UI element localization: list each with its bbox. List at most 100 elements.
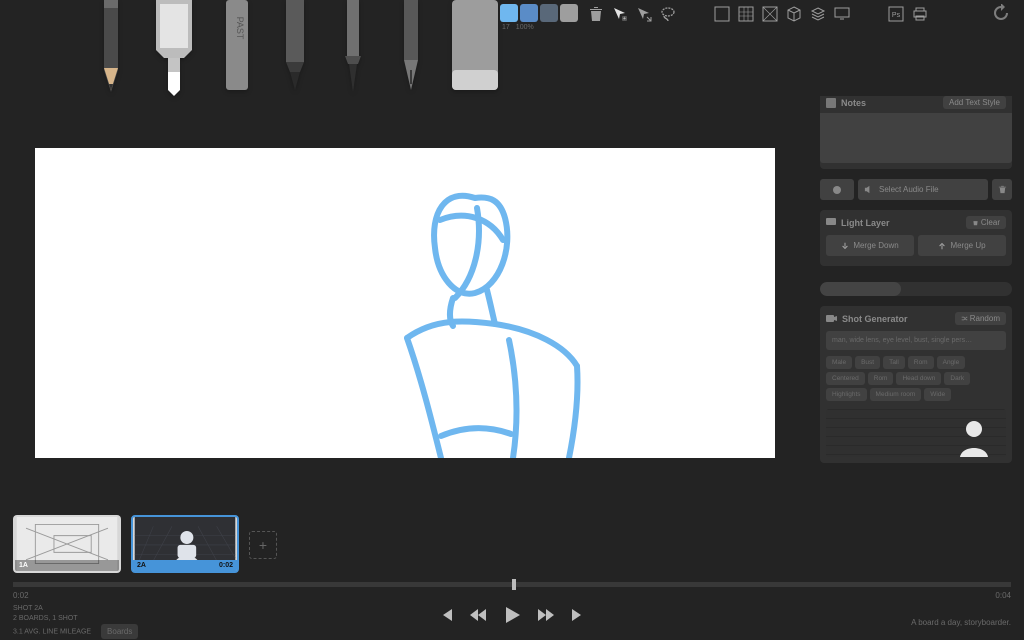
shot-chip[interactable]: Rom [908, 356, 934, 369]
shot-chip[interactable]: Centered [826, 372, 865, 385]
pen-tool[interactable] [390, 0, 432, 96]
thumb-1-label: 1A [19, 562, 28, 569]
swatch-2[interactable] [520, 4, 538, 22]
drawing-canvas[interactable] [35, 148, 775, 458]
shot-chip[interactable]: Highlights [826, 388, 867, 401]
play-button[interactable] [501, 604, 523, 626]
selection-tool-group: + [588, 4, 676, 22]
pastel-tool[interactable]: PAST [216, 0, 258, 96]
shot-chips: MaleBustTallRomAngleCenteredRomHead down… [826, 356, 1006, 405]
cube-icon[interactable] [786, 6, 802, 22]
light-icon [826, 218, 836, 228]
layers-icon[interactable] [810, 6, 826, 22]
shot-generator-title: Shot Generator [842, 314, 908, 324]
shot-chip[interactable]: Dark [944, 372, 970, 385]
playhead[interactable] [512, 579, 516, 590]
svg-text:+: + [623, 16, 626, 22]
merge-up-button[interactable]: Merge Up [918, 235, 1006, 256]
thumb-2-dur: 0:02 [219, 562, 233, 569]
highlighter-tool[interactable] [148, 0, 200, 96]
rewind-button[interactable] [469, 606, 487, 624]
delete-audio-button[interactable] [992, 179, 1012, 200]
transport-controls [437, 604, 587, 626]
print-icon[interactable] [912, 6, 928, 22]
shot-chip[interactable]: Medium room [870, 388, 922, 401]
view-icons-group [714, 4, 850, 22]
marker-tool[interactable] [274, 0, 316, 96]
brush-tool[interactable] [332, 0, 374, 96]
light-slider[interactable] [820, 282, 1012, 296]
merge-up-icon [938, 242, 946, 250]
camera-icon [826, 314, 837, 323]
time-right: 0:04 [995, 591, 1011, 600]
arrow-tool-icon[interactable]: + [612, 6, 628, 22]
random-shot-button[interactable]: Random [955, 312, 1006, 325]
shot-generator-panel: Shot Generator Random man, wide lens, ey… [820, 306, 1012, 463]
psd-icon[interactable]: Ps [888, 6, 904, 22]
select-audio-label: Select Audio File [879, 185, 939, 194]
eraser-tool[interactable] [448, 0, 502, 96]
record-audio-button[interactable] [820, 179, 854, 200]
svg-text:PAST: PAST [235, 17, 245, 40]
time-left: 0:02 [13, 591, 29, 600]
brush-toolbar: PAST [90, 0, 502, 96]
shot-chip[interactable]: Bust [855, 356, 880, 369]
svg-text:Ps: Ps [892, 12, 901, 19]
audio-panel: Select Audio File [820, 179, 1012, 200]
status-avg: 3.1 AVG. LINE MILEAGE [13, 628, 91, 635]
notes-icon [826, 98, 836, 108]
fast-forward-button[interactable] [537, 606, 555, 624]
shot-preview [826, 409, 1006, 457]
status-shot: SHOT 2A [13, 604, 138, 614]
boards-toggle[interactable]: Boards [101, 624, 138, 639]
merge-down-button[interactable]: Merge Down [826, 235, 914, 256]
swatch-1[interactable] [500, 4, 518, 22]
board-thumbnail-1[interactable]: 1A [13, 515, 121, 573]
monitor-icon[interactable] [834, 6, 850, 22]
status-boards: 2 BOARDS, 1 SHOT [13, 615, 78, 622]
color-swatches: 17 100% [500, 4, 578, 31]
shuffle-icon [961, 315, 968, 322]
grid-icon[interactable] [714, 6, 730, 22]
merge-down-icon [841, 242, 849, 250]
shot-chip[interactable]: Rom [868, 372, 894, 385]
light-layer-title: Light Layer [841, 218, 890, 228]
light-layer-panel: Light Layer Clear Merge Down Merge Up [820, 210, 1012, 266]
shot-chip[interactable]: Male [826, 356, 852, 369]
grid-perspective-icon[interactable] [762, 6, 778, 22]
next-board-button[interactable] [569, 606, 587, 624]
clear-light-layer-button[interactable]: Clear [966, 216, 1006, 229]
timeline-track[interactable] [13, 582, 1011, 587]
speaker-icon [864, 185, 873, 194]
top-right-toolbar: 17 100% + Ps [500, 4, 1010, 31]
status-bar-left: SHOT 2A 2 BOARDS, 1 SHOT 3.1 AVG. LINE M… [13, 604, 138, 639]
arrow-scale-icon[interactable] [636, 6, 652, 22]
shot-chip[interactable]: Tall [883, 356, 905, 369]
shot-chip[interactable]: Angle [937, 356, 966, 369]
notes-panel: Notes Add Text Style [820, 96, 1012, 169]
prev-board-button[interactable] [437, 606, 455, 624]
notes-textarea[interactable] [820, 113, 1012, 163]
notes-title: Notes [841, 98, 866, 108]
brush-size-label: 17 [502, 24, 510, 31]
swatch-3[interactable] [540, 4, 558, 22]
status-bar-right: A board a day, storyboarder. [911, 618, 1011, 627]
timeline-scrubber: 0:02 0:04 [13, 582, 1011, 600]
add-board-button[interactable]: + [249, 531, 277, 559]
thumb-2-label: 2A [137, 562, 146, 569]
brush-opacity-label: 100% [516, 24, 534, 31]
shot-chip[interactable]: Wide [924, 388, 951, 401]
swatch-4[interactable] [560, 4, 578, 22]
shot-prompt-input[interactable]: man, wide lens, eye level, bust, single … [826, 331, 1006, 350]
pencil-tool[interactable] [90, 0, 132, 96]
lasso-icon[interactable] [660, 6, 676, 22]
board-thumbnail-2[interactable]: 2A 0:02 [131, 515, 239, 573]
shot-chip[interactable]: Head down [896, 372, 941, 385]
add-text-style-button[interactable]: Add Text Style [943, 96, 1006, 109]
trash-icon[interactable] [588, 6, 604, 22]
right-panel-column: Notes Add Text Style Select Audio File L… [820, 96, 1012, 463]
grid-thirds-icon[interactable] [738, 6, 754, 22]
select-audio-button[interactable]: Select Audio File [858, 179, 988, 200]
export-icons-group: Ps [888, 4, 928, 22]
refresh-icon[interactable] [992, 4, 1010, 22]
